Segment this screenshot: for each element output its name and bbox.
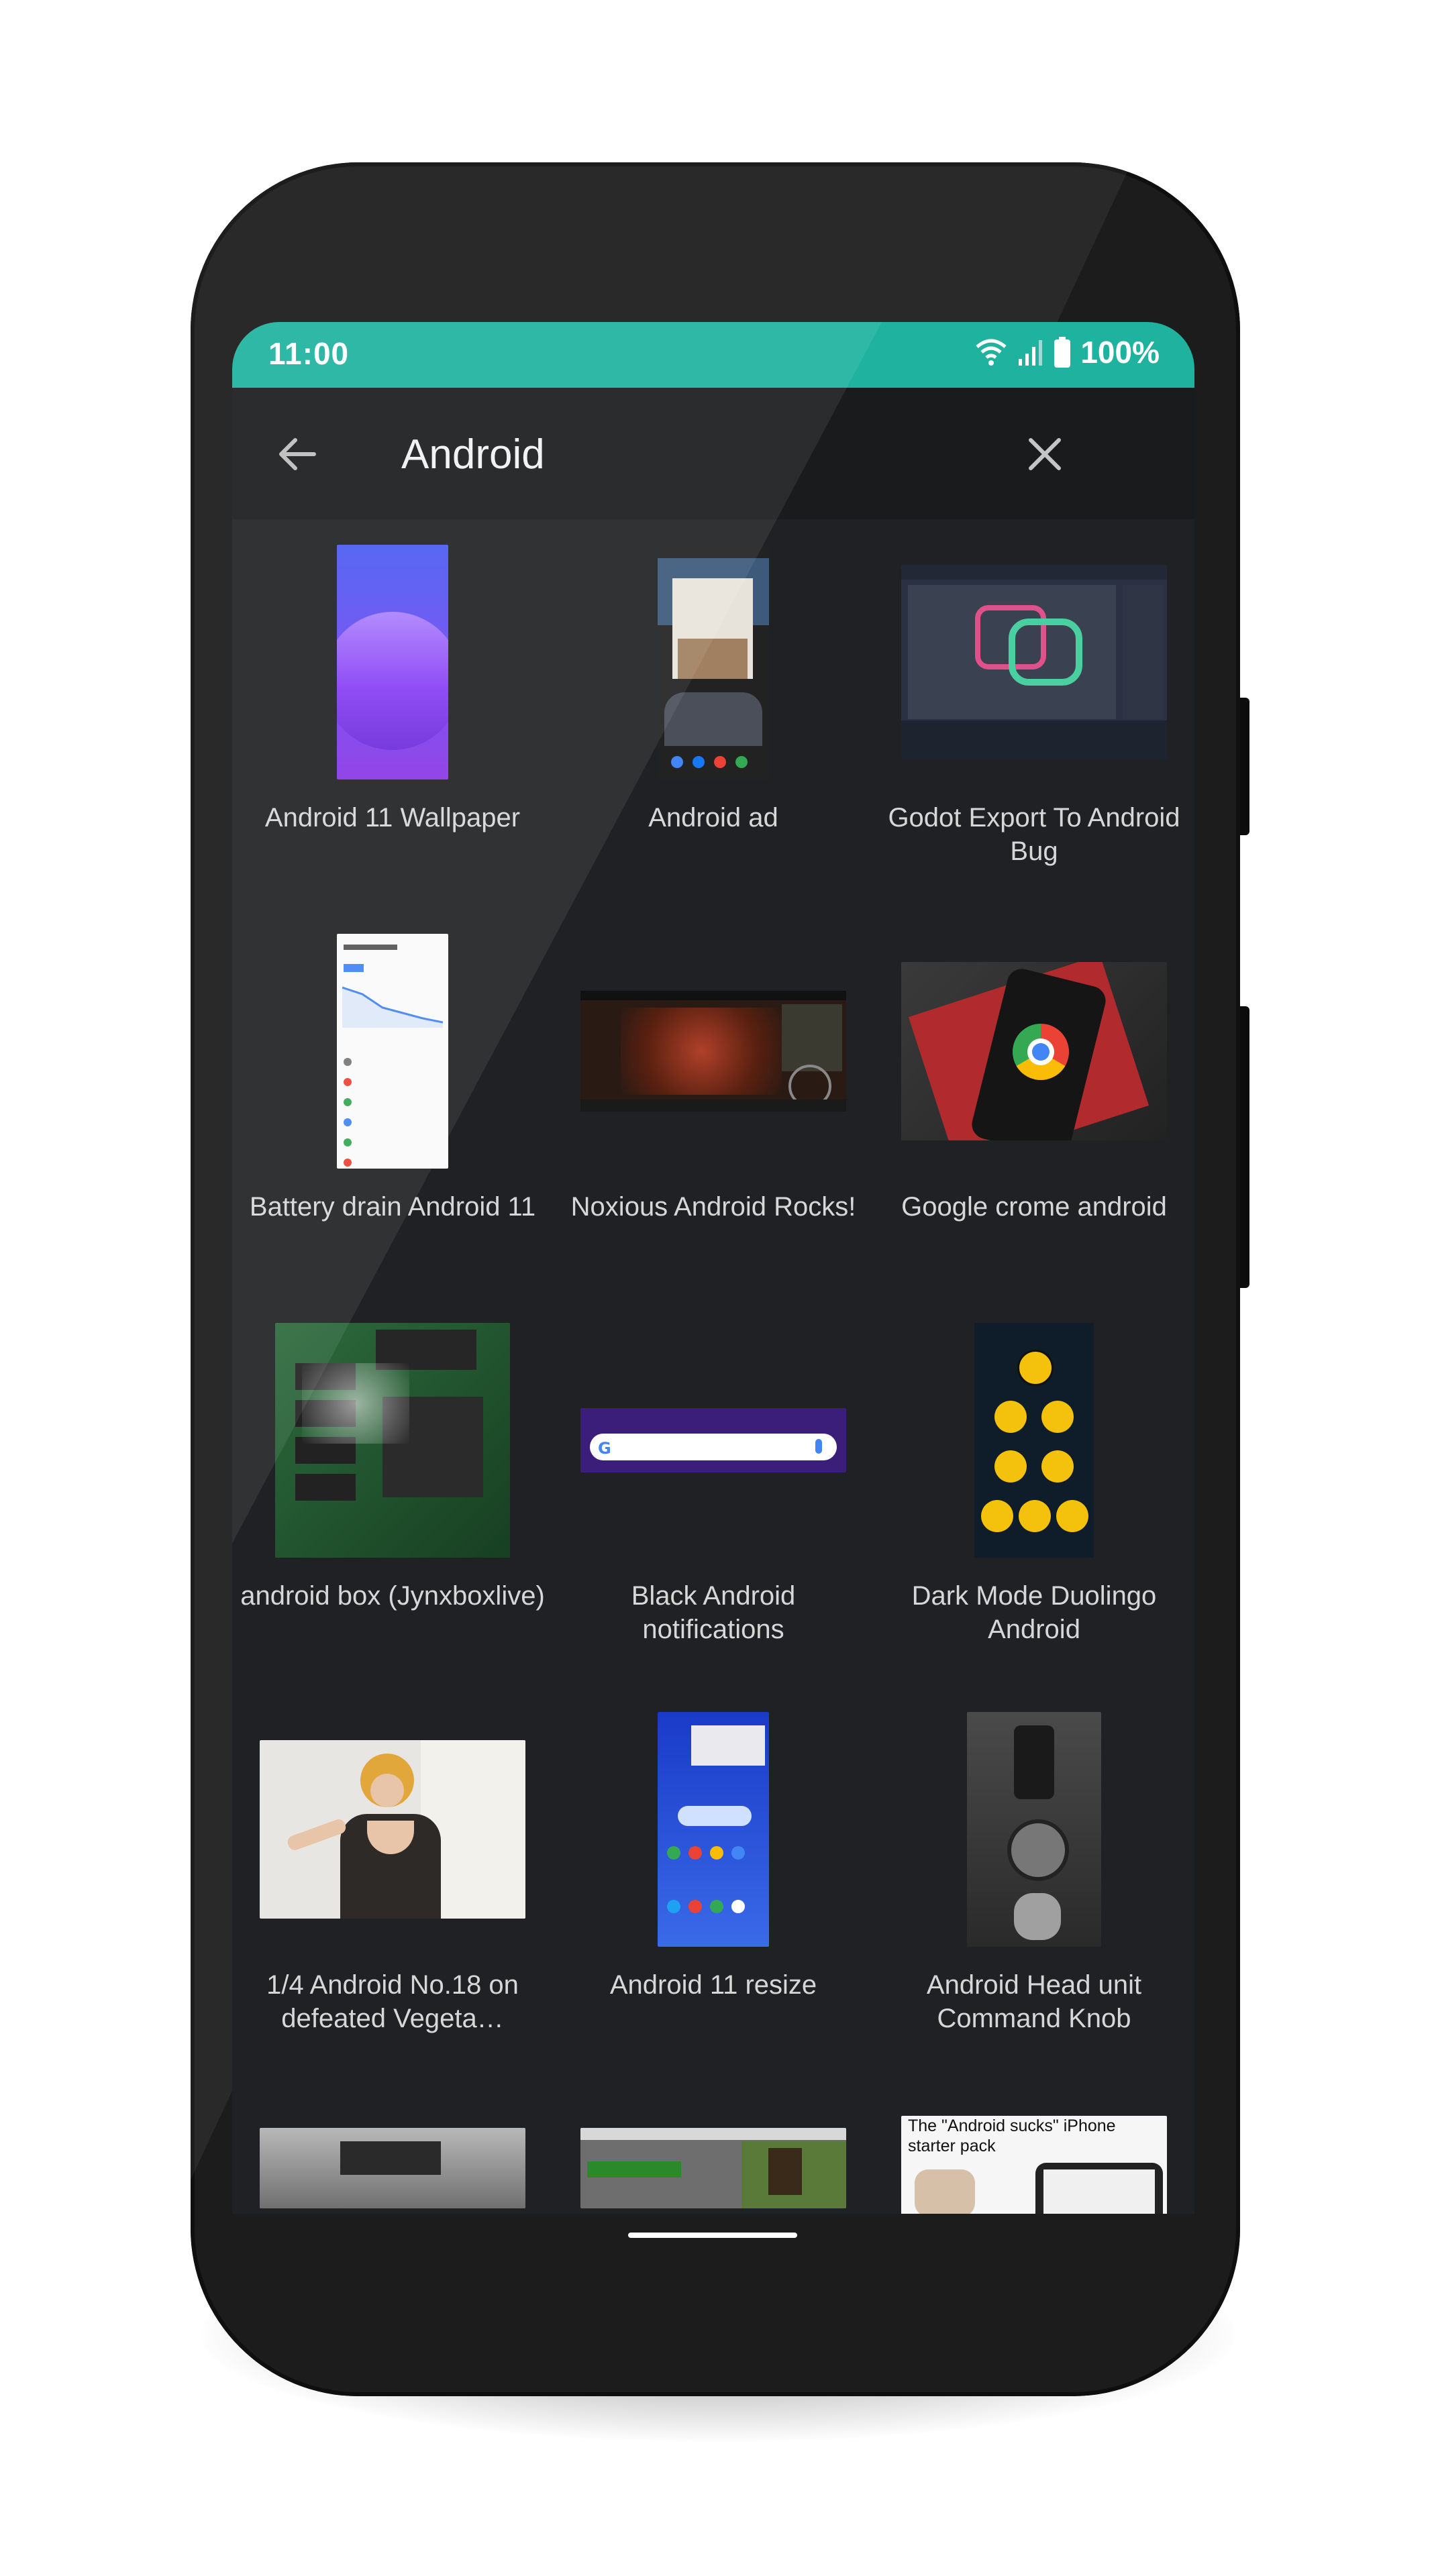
result-caption: Black Android notifications	[631, 1581, 796, 1644]
result-thumbnail	[967, 1712, 1101, 1947]
wifi-icon	[976, 339, 1007, 366]
battery-percent: 100%	[1080, 335, 1160, 370]
navigation-bar	[232, 2214, 1194, 2274]
result-item[interactable]: android box (Jynxboxlive)	[232, 1297, 553, 1686]
battery-icon	[1054, 337, 1071, 368]
result-thumbnail	[337, 545, 448, 780]
result-thumbnail	[580, 991, 846, 1112]
status-time: 11:00	[268, 336, 350, 371]
result-item[interactable]: Android 11 Wallpaper	[232, 519, 553, 908]
result-thumbnail	[260, 2128, 525, 2208]
volume-button	[1240, 1006, 1249, 1288]
status-icons: 100%	[974, 334, 1160, 370]
result-item[interactable]: Godot Export To Android Bug	[874, 519, 1194, 908]
result-caption: Dark Mode Duolingo Android	[911, 1581, 1157, 1644]
result-item[interactable]: Android Head unit Command Knob	[874, 1686, 1194, 2076]
thumbnail-text: The "Android sucks" iPhone starter pack	[908, 2116, 1116, 2155]
cell-signal-icon	[1019, 340, 1043, 366]
result-item[interactable]: G Black Android notifications	[553, 1297, 874, 1686]
result-caption: Battery drain Android 11	[249, 1192, 536, 1222]
result-caption: 1/4 Android No.18 on defeated Vegeta…	[266, 1970, 519, 2033]
result-thumbnail	[901, 565, 1167, 759]
result-item[interactable]	[553, 2076, 874, 2214]
result-thumbnail	[901, 962, 1167, 1140]
result-caption: Android 11 resize	[609, 1970, 817, 2000]
results-grid: Android 11 Wallpaper Android ad Godot Ex…	[232, 519, 1194, 2214]
result-caption: Google crome android	[901, 1192, 1167, 1222]
result-thumbnail	[260, 1740, 525, 1919]
result-caption: Android 11 Wallpaper	[264, 803, 521, 833]
power-button	[1240, 698, 1249, 835]
search-app-bar	[232, 388, 1194, 519]
arrow-left-icon[interactable]	[274, 431, 321, 478]
result-item[interactable]: Google crome android	[874, 908, 1194, 1297]
result-item[interactable]	[232, 2076, 553, 2214]
result-thumbnail: The "Android sucks" iPhone starter pack	[901, 2116, 1167, 2214]
result-thumbnail	[337, 934, 448, 1169]
home-gesture-handle[interactable]	[628, 2233, 797, 2238]
result-caption: android box (Jynxboxlive)	[240, 1581, 545, 1611]
result-thumbnail	[275, 1323, 510, 1558]
phone-screen: 11:00 100% Android Android 11 Wallpaper …	[232, 322, 1194, 2214]
result-item[interactable]: The "Android sucks" iPhone starter pack	[874, 2076, 1194, 2214]
result-item[interactable]: Battery drain Android 11	[232, 908, 553, 1297]
result-caption: Noxious Android Rocks!	[570, 1192, 856, 1222]
result-thumbnail	[658, 1712, 769, 1947]
result-thumbnail	[658, 545, 769, 780]
status-bar: 11:00 100%	[232, 322, 1194, 388]
result-caption: Android Head unit Command Knob	[926, 1970, 1142, 2033]
result-item[interactable]: Android ad	[553, 519, 874, 908]
result-item[interactable]: Noxious Android Rocks!	[553, 908, 874, 1297]
result-thumbnail: G	[580, 1408, 846, 1472]
result-item[interactable]: Dark Mode Duolingo Android	[874, 1297, 1194, 1686]
close-icon[interactable]	[1021, 431, 1068, 478]
result-thumbnail	[974, 1323, 1094, 1558]
result-thumbnail	[580, 2128, 846, 2208]
result-item[interactable]: 1/4 Android No.18 on defeated Vegeta…	[232, 1686, 553, 2076]
result-item[interactable]: Android 11 resize	[553, 1686, 874, 2076]
search-input[interactable]	[400, 421, 939, 487]
result-caption: Godot Export To Android Bug	[888, 803, 1180, 866]
result-caption: Android ad	[648, 803, 778, 833]
